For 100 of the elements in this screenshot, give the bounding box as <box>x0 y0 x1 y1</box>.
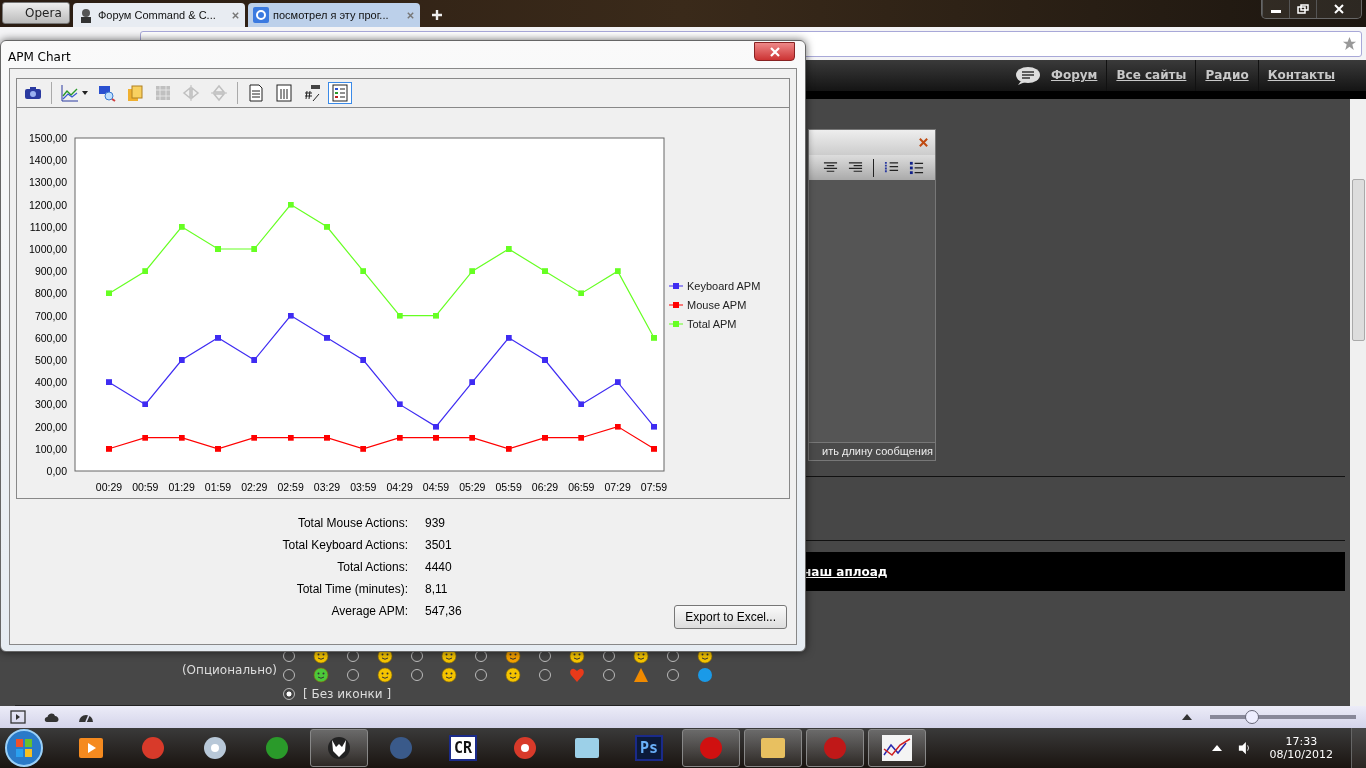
copy-icon <box>126 84 144 102</box>
y-axis-label: 1500,00 <box>29 132 67 144</box>
x-axis-label: 01:29 <box>168 481 195 493</box>
x-axis-label: 02:59 <box>277 481 304 493</box>
y-axis-label: 800,00 <box>34 287 67 300</box>
close-tab-icon[interactable] <box>231 10 240 20</box>
close-tab-icon[interactable] <box>406 10 415 20</box>
radio-button[interactable] <box>667 668 679 681</box>
window-title: APM Chart <box>8 48 71 64</box>
restore-icon <box>1297 4 1309 14</box>
stat-label: Total Actions: <box>336 560 408 574</box>
clock-time: 17:33 <box>1285 735 1318 748</box>
scroll-thumb[interactable] <box>1352 179 1365 341</box>
numbered-list-icon[interactable] <box>884 160 899 175</box>
x-axis-label: 07:59 <box>640 481 668 493</box>
y-axis-label: 1400,00 <box>29 154 67 167</box>
legend-label: Mouse APM <box>687 299 747 311</box>
panel-toggle-icon[interactable] <box>10 710 26 724</box>
taskbar-app-button[interactable] <box>868 729 926 767</box>
taskbar-app-button[interactable]: Ps <box>620 729 678 767</box>
toolbar-button[interactable] <box>328 82 352 104</box>
x-axis-label: 00:29 <box>95 481 123 493</box>
align-right-icon[interactable] <box>848 160 863 175</box>
taskbar-app-button[interactable]: CR <box>434 729 492 767</box>
y-axis-label: 700,00 <box>34 309 67 322</box>
x-axis-label: 01:59 <box>204 481 232 493</box>
y-axis-label: 1100,00 <box>29 220 67 233</box>
app-logo-text: CR <box>448 735 478 761</box>
smiley-icon <box>441 666 457 683</box>
y-axis-label: 600,00 <box>34 331 67 344</box>
x-axis-label: 03:59 <box>350 481 377 493</box>
stat-label: Total Mouse Actions: <box>296 516 408 530</box>
x-axis-label: 04:29 <box>386 481 413 493</box>
tray-arrow-icon[interactable] <box>1211 745 1222 751</box>
x-axis-label: 05:29 <box>459 481 486 493</box>
mirror-icon <box>182 84 200 102</box>
smiley-icon <box>313 666 329 683</box>
x-axis-label: 03:29 <box>313 481 341 493</box>
x-axis-label: 06:59 <box>568 481 595 493</box>
labels-icon <box>303 84 321 102</box>
stat-label: Total Keyboard Actions: <box>281 538 408 552</box>
radio-button[interactable] <box>475 668 487 681</box>
bullet-list-icon[interactable] <box>909 160 924 175</box>
stat-label: Total Time (minutes): <box>295 582 408 596</box>
new-tab-icon[interactable] <box>431 9 443 21</box>
y-axis-label: 500,00 <box>34 354 67 366</box>
start-button[interactable] <box>4 728 44 768</box>
close-button[interactable] <box>1316 0 1361 18</box>
x-axis-label: 00:59 <box>132 481 159 493</box>
minimize-button[interactable] <box>1262 0 1289 18</box>
y-axis-label: 400,00 <box>34 376 67 389</box>
radio-button[interactable] <box>283 687 295 700</box>
notepad-icon <box>572 735 602 761</box>
stat-value: 3501 <box>425 538 453 552</box>
browser-tab[interactable]: Форум Command & C... <box>73 3 245 27</box>
nav-link[interactable]: Форум <box>1049 60 1107 91</box>
close-icon <box>1333 4 1345 14</box>
show-desktop-button[interactable] <box>1351 728 1366 768</box>
taskbar-app-button[interactable] <box>744 729 802 767</box>
app-icon <box>76 735 106 761</box>
google-icon <box>253 7 269 23</box>
close-icon <box>768 46 781 57</box>
y-axis-label: 900,00 <box>34 265 67 278</box>
stat-value: 4440 <box>425 560 453 574</box>
y-axis-label: 1200,00 <box>29 198 67 211</box>
columns-icon <box>275 84 293 102</box>
clock-date: 08/10/2012 <box>1269 748 1333 761</box>
field-label: (Опционально) <box>180 662 277 679</box>
restore-button[interactable] <box>1289 0 1316 18</box>
scrollbar[interactable] <box>1350 99 1366 706</box>
x-axis-label: 06:29 <box>531 481 559 493</box>
x-axis-label: 05:59 <box>495 481 522 493</box>
y-axis-label: 1300,00 <box>29 176 67 189</box>
speaker-icon[interactable] <box>1237 741 1252 755</box>
stat-value: 8,11 <box>425 582 449 596</box>
folder-icon <box>758 735 788 761</box>
legend-swatch <box>668 283 684 289</box>
app-logo-text: Ps <box>634 735 664 761</box>
radio-button[interactable] <box>603 668 615 681</box>
browser-tab[interactable]: посмотрел я эту прог... <box>248 3 420 27</box>
hint-text: ить длину сообщения <box>809 442 935 460</box>
legend-icon <box>331 84 349 102</box>
radio-button[interactable] <box>411 668 423 681</box>
close-icon[interactable] <box>918 137 929 148</box>
radio-button[interactable] <box>539 668 551 681</box>
opera-menu-button[interactable]: Opera <box>2 2 70 24</box>
caret-icon[interactable] <box>1182 714 1192 720</box>
legend-label: Keyboard APM <box>687 280 761 292</box>
star-icon[interactable] <box>1342 36 1357 51</box>
y-axis-label: 200,00 <box>34 420 67 433</box>
close-button[interactable] <box>754 42 795 61</box>
speech-bubble-icon <box>1015 65 1041 86</box>
radio-button[interactable] <box>347 668 359 681</box>
heart-icon <box>569 666 585 683</box>
export-button[interactable]: Export to Excel... <box>674 605 787 629</box>
slider-thumb[interactable] <box>1244 710 1259 724</box>
taskbar-app-button[interactable] <box>310 729 368 767</box>
toolbar-button[interactable] <box>58 82 91 104</box>
radio-button[interactable] <box>283 668 295 681</box>
align-center-icon[interactable] <box>823 160 838 175</box>
